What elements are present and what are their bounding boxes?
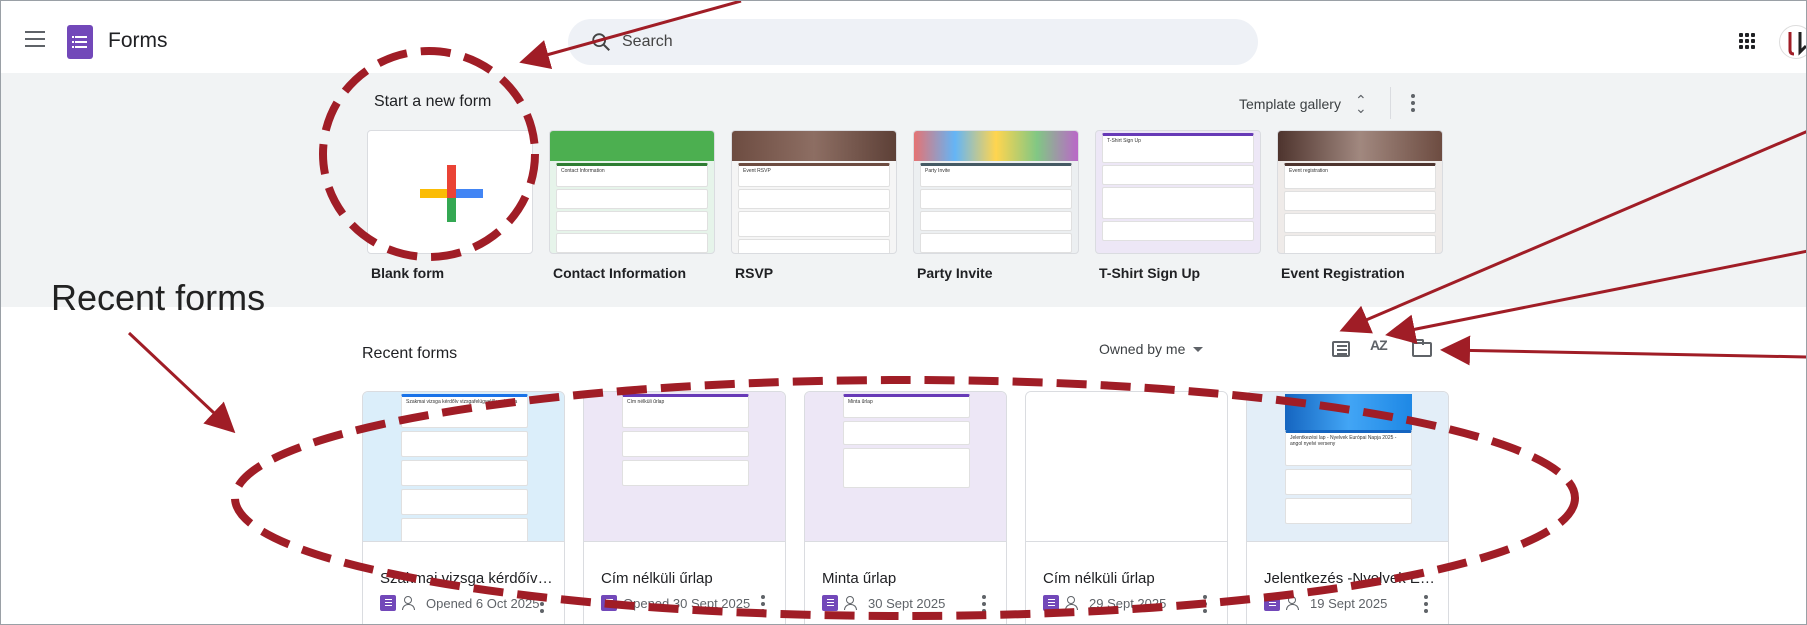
form-thumbnail: Szakmai vizsga kérdőív vizsgafelügyelők … [363,392,564,542]
recent-form-card[interactable]: Cím nélküli űrlap Cím nélküli űrlap Open… [583,391,786,624]
account-logo-icon [1788,32,1806,56]
form-date: 29 Sept 2025 [1089,595,1167,611]
shared-people-icon [844,596,862,610]
form-thumbnail [1026,392,1227,542]
form-thumb-title: Jelentkezési lap - Nyelvek Európai Napja… [1290,435,1397,447]
main-menu-icon[interactable] [25,31,45,47]
forms-icon [1043,595,1059,611]
form-thumb-title: Cím nélküli űrlap [627,399,665,405]
template-thumb-title: Party Invite [925,168,951,174]
form-date: Opened 6 Oct 2025 [426,595,540,611]
template-thumb-title: Contact Information [561,168,605,174]
search-bar[interactable] [568,19,1258,65]
form-thumb-title: Szakmai vizsga kérdőív vizsgafelügyelők … [406,399,518,405]
form-meta: 29 Sept 2025 [1043,594,1166,612]
template-more-icon[interactable] [1411,94,1415,115]
template-label[interactable]: Party Invite [917,265,992,281]
divider [1390,87,1391,119]
form-more-icon[interactable] [1424,595,1428,616]
form-title[interactable]: Jelentkezés -Nyelvek Eur... [1264,570,1439,587]
form-more-icon[interactable] [1203,595,1207,616]
shared-people-icon [402,596,420,610]
template-label[interactable]: T-Shirt Sign Up [1099,265,1200,281]
shared-people-icon [1065,596,1083,610]
template-label[interactable]: Contact Information [553,265,686,281]
template-section-heading: Start a new form [374,93,492,110]
form-thumbnail: Minta űrlap [805,392,1006,542]
unfold-icon: ⌃ ⌄ [1354,92,1367,116]
recent-forms-heading: Recent forms [362,345,458,362]
annotation-arrow [1440,335,1806,366]
template-thumb-title: Event RSVP [743,168,771,174]
forms-icon [380,595,396,611]
template-label[interactable]: Event Registration [1281,265,1405,281]
recent-form-card[interactable]: Cím nélküli űrlap 29 Sept 2025 [1025,391,1228,624]
plus-icon [420,165,483,222]
template-section: Start a new form Template gallery ⌃ ⌄ Bla… [1,73,1806,307]
forms-icon [1264,595,1280,611]
template-label[interactable]: Blank form [371,265,444,281]
form-meta: 30 Sept 2025 [822,594,945,612]
annotation-arrow [127,331,236,434]
forms-logo-icon[interactable] [67,25,93,59]
avatar[interactable] [1779,25,1806,59]
template-thumb-title: T-Shirt Sign Up [1107,138,1141,144]
search-input[interactable] [622,19,1222,65]
form-thumb-title: Minta űrlap [848,399,873,405]
recent-form-card[interactable]: Minta űrlap Minta űrlap 30 Sept 2025 [804,391,1007,624]
form-thumbnail: Jelentkezési lap - Nyelvek Európai Napja… [1247,392,1448,542]
form-meta: 19 Sept 2025 [1264,594,1387,612]
template-rsvp[interactable]: Event RSVP [731,130,897,254]
form-meta: Opened 6 Oct 2025 [380,594,539,612]
form-title[interactable]: Minta űrlap [822,570,997,587]
template-thumb-title: Event registration [1289,168,1328,174]
template-contact-information[interactable]: Contact Information [549,130,715,254]
folder-icon[interactable] [1412,339,1432,357]
sort-az-icon[interactable]: AZ [1370,337,1388,353]
form-more-icon[interactable] [540,595,544,616]
form-date: 30 Sept 2025 [868,595,946,611]
form-more-icon[interactable] [761,595,765,616]
app-title[interactable]: Forms [108,29,168,53]
search-icon[interactable] [590,31,612,53]
template-t-shirt-sign-up[interactable]: T-Shirt Sign Up [1095,130,1261,254]
template-party-invite[interactable]: Party Invite [913,130,1079,254]
forms-home-screen: Forms Start a new form Template gallery … [0,0,1807,625]
form-thumbnail: Cím nélküli űrlap [584,392,785,542]
template-label[interactable]: RSVP [735,265,773,281]
form-date: 19 Sept 2025 [1310,595,1388,611]
recent-form-card[interactable]: Szakmai vizsga kérdőív vizsgafelügyelők … [362,391,565,624]
owner-filter-label: Owned by me [1099,341,1186,357]
form-date: Opened 30 Sept 2025 [623,595,751,611]
forms-icon [822,595,838,611]
recent-form-card[interactable]: Jelentkezési lap - Nyelvek Európai Napja… [1246,391,1449,624]
template-gallery-label: Template gallery [1239,96,1341,112]
form-more-icon[interactable] [982,595,986,616]
google-apps-icon[interactable] [1739,33,1755,49]
list-view-icon[interactable] [1332,341,1350,357]
owner-filter-dropdown[interactable]: Owned by me [1099,341,1204,357]
top-bar: Forms [1,1,1806,73]
form-title[interactable]: Cím nélküli űrlap [601,570,776,587]
shared-people-icon [1286,596,1304,610]
template-gallery-button[interactable]: Template gallery ⌃ ⌄ [1239,89,1367,119]
template-blank-form[interactable] [367,130,533,254]
forms-icon [601,595,617,611]
caret-down-icon [1193,346,1204,352]
template-event-registration[interactable]: Event registration [1277,130,1443,254]
form-meta: Opened 30 Sept 2025 [601,594,750,612]
annotation-label: Recent forms [51,277,266,318]
form-title[interactable]: Szakmai vizsga kérdőív Vi... [380,570,555,587]
form-title[interactable]: Cím nélküli űrlap [1043,570,1218,587]
